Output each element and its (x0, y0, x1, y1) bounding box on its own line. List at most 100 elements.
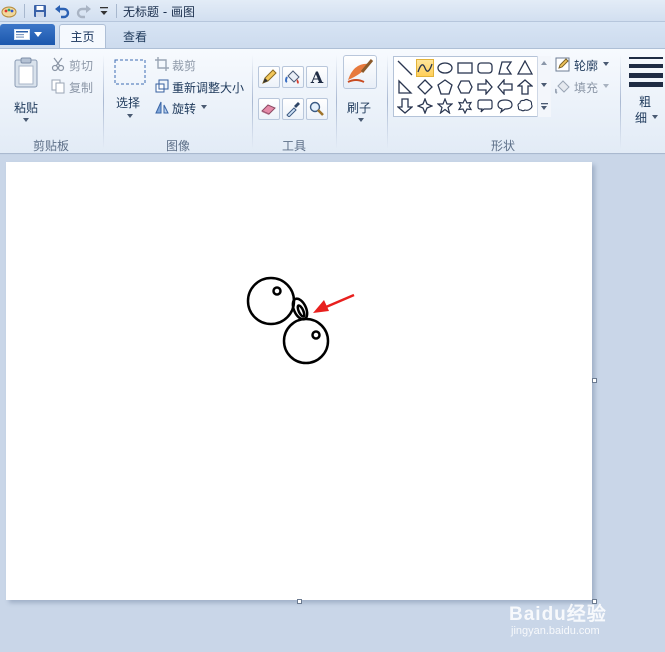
chevron-down-icon (603, 84, 609, 88)
chevron-down-icon (201, 105, 207, 109)
triangle-icon (517, 60, 533, 75)
text-tool[interactable]: A (306, 66, 328, 88)
shape-oval-callout[interactable] (496, 97, 514, 115)
chevron-down-icon (127, 114, 133, 118)
up-arrow-icon (517, 79, 533, 95)
resize-handle-bottom[interactable] (297, 599, 302, 604)
resize-label: 重新调整大小 (172, 81, 245, 95)
chevron-down-icon (652, 115, 658, 119)
line-icon (397, 60, 413, 76)
left-arrow-icon (497, 79, 513, 95)
resize-button[interactable]: 重新调整大小 (155, 79, 250, 95)
eraser-icon (261, 104, 276, 115)
cut-label: 剪切 (69, 59, 94, 73)
rounded-rectangle-icon (477, 62, 493, 74)
fill-tool[interactable] (282, 66, 304, 88)
shape-pentagon[interactable] (436, 78, 454, 96)
shapes-group-label: 形状 (491, 139, 516, 153)
brush-icon (347, 59, 374, 83)
customize-qa-icon[interactable] (96, 3, 112, 19)
shape-line[interactable] (396, 59, 414, 77)
fill-button[interactable]: 填充 (555, 79, 615, 95)
paint-app-icon[interactable] (1, 3, 17, 19)
gallery-expand-icon[interactable] (541, 103, 548, 112)
shape-rectangle[interactable] (456, 59, 474, 77)
cut-button[interactable]: 剪切 (51, 57, 97, 73)
down-arrow-icon (397, 98, 413, 114)
outline-pencil-icon (555, 57, 570, 72)
scroll-down-icon[interactable] (541, 83, 548, 88)
shape-rounded-rectangle[interactable] (476, 59, 494, 77)
shape-five-point-star[interactable] (436, 97, 454, 115)
chevron-down-icon (23, 118, 29, 122)
tab-home[interactable]: 主页 (59, 24, 106, 48)
crop-button[interactable]: 裁剪 (155, 57, 207, 73)
save-icon[interactable] (32, 3, 48, 19)
shape-polygon[interactable] (496, 59, 514, 77)
line-thickness-icon (629, 57, 663, 87)
diamond-icon (417, 79, 433, 95)
curve-icon (417, 63, 433, 73)
paste-button[interactable]: 粘贴 (8, 55, 46, 125)
shape-four-point-star[interactable] (416, 97, 434, 115)
shape-down-arrow[interactable] (396, 97, 414, 115)
color-picker-tool[interactable] (282, 98, 304, 120)
shape-six-point-star[interactable] (456, 97, 474, 115)
tab-view[interactable]: 查看 (113, 24, 157, 48)
tools-palette: A (258, 62, 330, 120)
tab-home-label: 主页 (70, 30, 95, 44)
shape-hexagon[interactable] (456, 78, 474, 96)
watermark-brand: Baidu经验 (509, 604, 607, 625)
polygon-icon (498, 61, 513, 75)
shape-diamond[interactable] (416, 78, 434, 96)
group-divider (252, 55, 253, 149)
size-button[interactable]: 粗 细 (627, 55, 663, 127)
group-divider (336, 55, 337, 149)
rotate-button[interactable]: 旋转 (155, 100, 215, 116)
rounded-callout-icon (477, 99, 493, 113)
right-triangle-icon (398, 79, 413, 94)
magnifier-tool[interactable] (306, 98, 328, 120)
shape-right-triangle[interactable] (396, 78, 414, 96)
paint-menu-button[interactable] (0, 24, 55, 45)
undo-icon[interactable] (54, 3, 70, 19)
magnifier-icon (309, 101, 324, 116)
ribbon: 粘贴 剪切 复制 剪贴板 选择 裁剪 重新调整大小 旋转 图像 A 工具 刷子 … (0, 48, 665, 154)
copy-button[interactable]: 复制 (51, 79, 97, 95)
paste-label: 粘贴 (14, 101, 39, 115)
pencil-tool[interactable] (258, 66, 280, 88)
drawing-canvas[interactable] (6, 162, 592, 600)
shape-up-arrow[interactable] (516, 78, 534, 96)
image-group-label: 图像 (166, 139, 191, 153)
eraser-tool[interactable] (258, 98, 280, 120)
shapes-scroll[interactable] (537, 56, 551, 117)
shape-cloud-callout[interactable] (516, 97, 534, 115)
shape-rounded-callout[interactable] (476, 97, 494, 115)
redo-icon[interactable] (76, 3, 92, 19)
rectangle-icon (457, 62, 473, 74)
title-divider (116, 4, 117, 18)
brushes-button[interactable]: 刷子 (343, 55, 379, 125)
watermark-url: jingyan.baidu.com (511, 625, 600, 637)
drawn-circle-left-highlight (272, 286, 282, 296)
resize-handle-right[interactable] (592, 378, 597, 383)
shape-right-arrow[interactable] (476, 78, 494, 96)
drawn-circle-right-highlight (311, 330, 321, 340)
outline-button[interactable]: 轮廓 (555, 57, 615, 73)
rotate-icon (155, 101, 169, 114)
shape-oval[interactable] (436, 59, 454, 77)
scroll-up-icon[interactable] (541, 61, 548, 66)
group-divider (387, 55, 388, 149)
select-button[interactable]: 选择 (111, 57, 149, 125)
group-divider (620, 55, 621, 149)
chevron-down-icon (358, 118, 364, 122)
drawn-circle-right (282, 317, 330, 365)
five-point-star-icon (437, 98, 453, 114)
shape-curve[interactable] (416, 59, 434, 77)
fill-label: 填充 (574, 81, 599, 95)
shape-triangle[interactable] (516, 59, 534, 77)
clipboard-group-label: 剪贴板 (33, 139, 70, 153)
baidu-jingyan-watermark: Baidu经验 jingyan.baidu.com (505, 592, 655, 642)
shape-left-arrow[interactable] (496, 78, 514, 96)
scissors-icon (51, 57, 65, 72)
